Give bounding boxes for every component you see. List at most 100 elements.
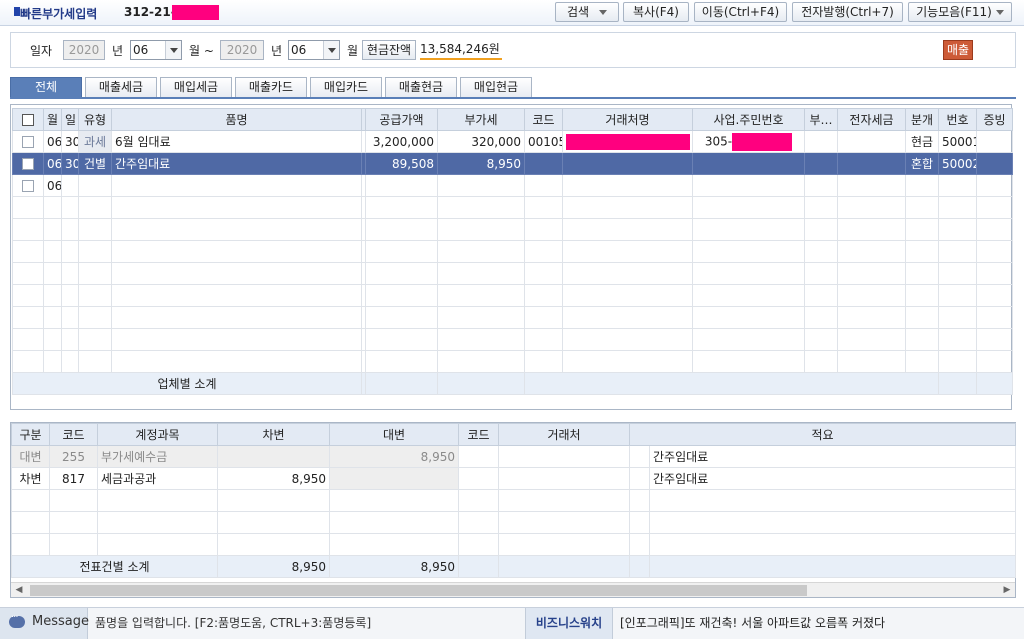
row-select-cell[interactable] <box>12 174 44 197</box>
empty-row[interactable] <box>12 328 1013 351</box>
table-row[interactable]: 06 <box>12 174 1013 197</box>
empty-cell[interactable] <box>649 533 1016 556</box>
empty-cell[interactable] <box>976 306 1013 329</box>
empty-cell[interactable] <box>12 240 44 263</box>
empty-cell[interactable] <box>938 262 977 285</box>
cell-debit[interactable] <box>217 445 330 468</box>
select-all-checkbox[interactable] <box>22 114 34 126</box>
empty-cell[interactable] <box>61 240 79 263</box>
empty-cell[interactable] <box>905 328 939 351</box>
empty-cell[interactable] <box>61 284 79 307</box>
empty-cell[interactable] <box>43 240 62 263</box>
empty-cell[interactable] <box>365 306 438 329</box>
cell-partner[interactable] <box>562 130 693 153</box>
row-checkbox[interactable] <box>22 158 34 170</box>
empty-cell[interactable] <box>649 511 1016 534</box>
empty-cell[interactable] <box>905 196 939 219</box>
tab-sales-card[interactable]: 매출카드 <box>235 77 307 97</box>
cell-day[interactable]: 30 <box>61 152 79 175</box>
empty-cell[interactable] <box>43 306 62 329</box>
scroll-right-icon[interactable]: ▶ <box>1000 583 1014 597</box>
cell-partner[interactable] <box>562 174 693 197</box>
cell-kind[interactable]: 대변 <box>11 445 50 468</box>
empty-cell[interactable] <box>905 218 939 241</box>
empty-cell[interactable] <box>804 328 838 351</box>
cell-number[interactable] <box>938 174 977 197</box>
cell-type[interactable]: 건별 <box>78 152 112 175</box>
empty-cell[interactable] <box>217 489 330 512</box>
empty-cell[interactable] <box>437 350 525 373</box>
empty-cell[interactable] <box>111 350 362 373</box>
empty-cell[interactable] <box>43 350 62 373</box>
empty-cell[interactable] <box>78 328 112 351</box>
empty-cell[interactable] <box>458 533 499 556</box>
select-all-cell[interactable] <box>12 108 44 131</box>
cell-item[interactable]: 간주임대료 <box>111 152 362 175</box>
cell-vat[interactable] <box>437 174 525 197</box>
empty-cell[interactable] <box>61 306 79 329</box>
cell-day[interactable] <box>61 174 79 197</box>
row-checkbox[interactable] <box>22 136 34 148</box>
empty-cell[interactable] <box>837 262 906 285</box>
empty-cell[interactable] <box>562 328 693 351</box>
cell-sub[interactable] <box>804 130 838 153</box>
empty-cell[interactable] <box>938 218 977 241</box>
empty-row[interactable] <box>12 218 1013 241</box>
journal-row[interactable]: 차변 817 세금과공과 8,950 간주임대료 <box>11 467 1016 490</box>
empty-cell[interactable] <box>976 240 1013 263</box>
einvoice-button[interactable]: 전자발행(Ctrl+7) <box>792 2 903 22</box>
empty-row[interactable] <box>12 262 1013 285</box>
empty-cell[interactable] <box>905 350 939 373</box>
tab-purchase-cash[interactable]: 매입현금 <box>460 77 532 97</box>
empty-cell[interactable] <box>12 306 44 329</box>
empty-cell[interactable] <box>111 218 362 241</box>
empty-cell[interactable] <box>804 262 838 285</box>
empty-cell[interactable] <box>629 489 650 512</box>
cell-vat[interactable]: 8,950 <box>437 152 525 175</box>
empty-cell[interactable] <box>43 284 62 307</box>
empty-cell[interactable] <box>498 489 630 512</box>
empty-cell[interactable] <box>43 218 62 241</box>
empty-cell[interactable] <box>692 262 805 285</box>
empty-cell[interactable] <box>329 533 459 556</box>
cell-day[interactable]: 30 <box>61 130 79 153</box>
empty-cell[interactable] <box>43 262 62 285</box>
cell-code[interactable]: 00105 <box>524 130 563 153</box>
empty-cell[interactable] <box>217 533 330 556</box>
empty-cell[interactable] <box>649 489 1016 512</box>
empty-cell[interactable] <box>524 196 563 219</box>
empty-cell[interactable] <box>437 328 525 351</box>
empty-cell[interactable] <box>837 196 906 219</box>
cell-regno[interactable] <box>692 174 805 197</box>
cell-supply[interactable]: 89,508 <box>365 152 438 175</box>
cell-proof[interactable] <box>976 174 1013 197</box>
empty-cell[interactable] <box>804 196 838 219</box>
empty-row[interactable] <box>12 196 1013 219</box>
empty-row[interactable] <box>11 533 1016 556</box>
row-select-cell[interactable] <box>12 130 44 153</box>
cell-month[interactable]: 06 <box>43 130 62 153</box>
cell-etax[interactable] <box>837 130 906 153</box>
cell-type[interactable] <box>78 174 112 197</box>
empty-cell[interactable] <box>905 262 939 285</box>
empty-cell[interactable] <box>837 284 906 307</box>
empty-cell[interactable] <box>437 196 525 219</box>
empty-cell[interactable] <box>365 284 438 307</box>
empty-cell[interactable] <box>49 511 98 534</box>
scrollbar-thumb[interactable] <box>30 585 807 596</box>
empty-cell[interactable] <box>562 240 693 263</box>
dropdown-arrow-icon[interactable] <box>165 41 181 59</box>
empty-cell[interactable] <box>12 262 44 285</box>
empty-cell[interactable] <box>329 489 459 512</box>
cell-memo[interactable]: 간주임대료 <box>649 467 1016 490</box>
cell-month[interactable]: 06 <box>43 152 62 175</box>
empty-cell[interactable] <box>217 511 330 534</box>
empty-cell[interactable] <box>524 218 563 241</box>
cell-split[interactable]: 혼합 <box>905 152 939 175</box>
empty-cell[interactable] <box>437 218 525 241</box>
cell-partner[interactable] <box>498 467 630 490</box>
empty-cell[interactable] <box>49 533 98 556</box>
empty-cell[interactable] <box>938 240 977 263</box>
empty-cell[interactable] <box>437 240 525 263</box>
empty-cell[interactable] <box>12 196 44 219</box>
